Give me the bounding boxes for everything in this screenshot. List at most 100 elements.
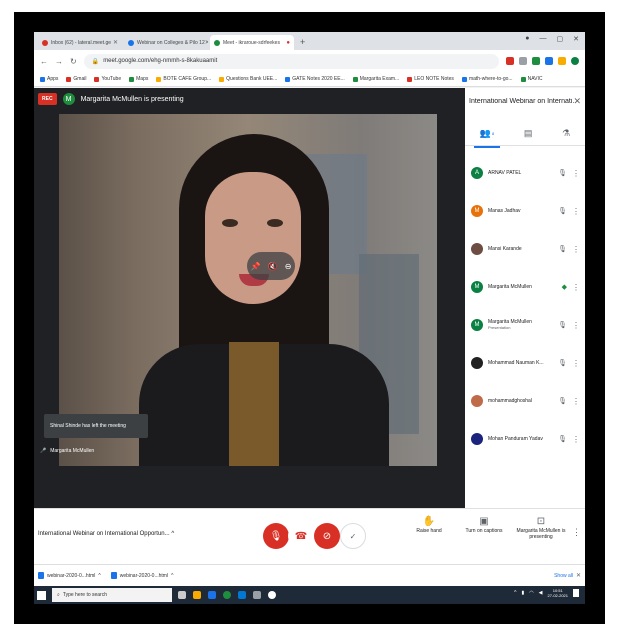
app-icon[interactable] (253, 591, 261, 599)
more-options-round-button[interactable]: ✓ (340, 523, 366, 549)
file-explorer-icon[interactable] (193, 591, 201, 599)
bookmark-item[interactable]: BOTE CAFE Group... (156, 76, 211, 82)
browser-tab-gmail[interactable]: Inbox (62) - lateral.meet.ge ✕ (38, 35, 122, 50)
app-icon[interactable] (268, 591, 276, 599)
maximize-icon[interactable]: ▢ (557, 35, 564, 43)
bookmark-item[interactable]: LEO NOTE Notes (407, 76, 454, 82)
star-icon[interactable] (519, 57, 527, 65)
clock[interactable]: 10:51 27-02-2021 (548, 588, 568, 598)
mic-off-button[interactable]: 🎙 (263, 523, 289, 549)
mic-off-icon[interactable]: 🎙 (558, 169, 567, 177)
more-icon[interactable]: ⊖ (285, 262, 292, 271)
chevron-up-icon[interactable]: ^ (171, 573, 173, 579)
mic-off-icon[interactable]: 🎙 (558, 397, 567, 405)
mute-tile-icon[interactable]: 🔇 (268, 262, 278, 271)
download-item[interactable]: webinar-2020-0...html ^ (38, 572, 101, 579)
bookmark-item[interactable]: math-where-to-go... (461, 76, 513, 82)
more-vert-icon[interactable]: ⋮ (572, 435, 580, 444)
participant-avatar (471, 395, 483, 407)
leave-call-button[interactable]: ☎ (288, 523, 314, 549)
raise-hand-label: Raise hand (416, 528, 442, 534)
participant-row[interactable]: A ARNAV PATEL 🎙 ⋮ (465, 154, 585, 192)
close-icon[interactable]: ✕ (576, 572, 581, 579)
extension-icon[interactable] (558, 57, 566, 65)
reload-icon[interactable]: ↻ (70, 57, 77, 66)
close-icon[interactable]: ✕ (205, 39, 208, 46)
minimize-icon[interactable]: — (540, 35, 547, 43)
mic-off-icon[interactable]: 🎙 (558, 321, 567, 329)
extension-icon[interactable] (506, 57, 514, 65)
extension-icon[interactable] (532, 57, 540, 65)
participant-row[interactable]: mohammadghoshal 🎙 ⋮ (465, 382, 585, 420)
participant-row[interactable]: M Manas Jadhav 🎙 ⋮ (465, 192, 585, 230)
mic-off-icon[interactable]: 🎙 (558, 435, 567, 443)
presenting-button[interactable]: ⊡ Margarita McMullen is presenting (516, 517, 566, 541)
bookmark-item[interactable]: Margarita Exam... (352, 76, 399, 82)
mic-off-icon[interactable]: 🎙 (558, 245, 567, 253)
download-item[interactable]: webinar-2020-0...html ^ (110, 572, 173, 579)
battery-icon[interactable]: ▮ (522, 590, 525, 596)
volume-icon[interactable]: ◀ (539, 590, 543, 596)
back-icon[interactable]: ← (40, 57, 48, 66)
participant-row[interactable]: M Margarita McMullen Presentation 🎙 ⋮ (465, 306, 585, 344)
more-vert-icon[interactable]: ⋮ (572, 359, 580, 368)
store-icon[interactable] (238, 591, 246, 599)
mic-off-icon: 🎙 (269, 530, 283, 542)
extension-icon[interactable] (545, 57, 553, 65)
address-bar: ← → ↻ 🔒 meet.google.com/ehg-nmmh-s-8kaku… (34, 50, 585, 72)
tab-people[interactable]: 👥 8 (473, 124, 501, 148)
chevron-up-icon[interactable]: ^ (98, 573, 100, 579)
more-vert-icon[interactable]: ⋮ (572, 169, 580, 178)
windows-start-icon[interactable] (37, 590, 46, 600)
more-vert-icon[interactable]: ⋮ (572, 283, 580, 292)
meeting-title[interactable]: International Webinar on International O… (38, 531, 174, 537)
task-view-icon[interactable] (178, 591, 186, 599)
show-all-link[interactable]: Show all (554, 573, 573, 579)
bookmark-item[interactable]: Maps (129, 76, 148, 82)
edge-icon[interactable] (208, 591, 216, 599)
participant-row[interactable]: Mohammad Nauman K... 🎙 ⋮ (465, 344, 585, 382)
browser-tab-webinar[interactable]: Webinar on Colleges & Pilo 12 ✕ (124, 35, 208, 50)
raise-hand-button[interactable]: ✋ Raise hand (404, 517, 454, 535)
presenting-bar: REC M Margarita McMullen is presenting (34, 88, 465, 110)
close-icon[interactable]: ✕ (113, 39, 118, 46)
avatar-icon[interactable] (571, 57, 579, 65)
bookmark-item[interactable]: YouTube (94, 76, 121, 82)
camera-off-button[interactable]: ⊘ (314, 523, 340, 549)
mic-off-icon[interactable]: 🎙 (558, 207, 567, 215)
more-vert-icon[interactable]: ⋮ (572, 321, 580, 330)
participant-row[interactable]: Mansi Karande 🎙 ⋮ (465, 230, 585, 268)
new-tab-button[interactable]: + (296, 35, 309, 50)
chevron-up-icon[interactable]: ^ (514, 590, 516, 596)
close-window-icon[interactable]: ✕ (573, 35, 579, 43)
browser-tab-meet[interactable]: Meet - ikraroue-sdrfeekes ● (210, 35, 294, 50)
taskbar-search-input[interactable]: ⌕ Type here to search (52, 588, 172, 602)
bookmark-item[interactable]: GATE Notes 2020 EE... (285, 76, 345, 82)
close-icon[interactable]: ● (286, 40, 290, 46)
url-input[interactable]: 🔒 meet.google.com/ehg-nmmh-s-8kakuaamit (83, 53, 499, 69)
forward-icon[interactable]: → (55, 57, 63, 66)
tab-activities[interactable]: ⚗ (556, 124, 576, 143)
wifi-icon[interactable]: ◠ (529, 590, 533, 596)
mic-off-icon[interactable]: 🎙 (558, 359, 567, 367)
notification-icon[interactable] (573, 589, 579, 597)
captions-button[interactable]: ▣ Turn on captions (459, 517, 509, 535)
close-icon[interactable]: ✕ (573, 96, 581, 107)
more-vert-icon[interactable]: ⋮ (572, 207, 580, 216)
participant-row[interactable]: Mohan Panduram Yadav 🎙 ⋮ (465, 420, 585, 458)
participant-name: Mohammad Nauman K... (488, 360, 544, 366)
more-vert-icon[interactable]: ⋮ (572, 245, 580, 254)
chrome-icon[interactable] (223, 591, 231, 599)
bookmark-item[interactable]: NAVIC (520, 76, 543, 82)
more-options-icon[interactable]: ⋮ (572, 527, 581, 538)
profile-icon[interactable]: ● (525, 35, 529, 43)
more-vert-icon[interactable]: ⋮ (572, 397, 580, 406)
bookmark-item[interactable]: Apps (40, 76, 58, 82)
pin-icon[interactable]: 📌 (251, 262, 261, 271)
speaking-icon[interactable]: ◆ (562, 283, 567, 291)
panel-tabs: 👥 8 ▤ ⚗ (465, 122, 585, 148)
participant-row[interactable]: M Margarita McMullen ◆ ⋮ (465, 268, 585, 306)
bookmark-item[interactable]: Questions Bank UEE... (219, 76, 277, 82)
tab-chat[interactable]: ▤ (518, 124, 539, 143)
bookmark-item[interactable]: Gmail (66, 76, 86, 82)
